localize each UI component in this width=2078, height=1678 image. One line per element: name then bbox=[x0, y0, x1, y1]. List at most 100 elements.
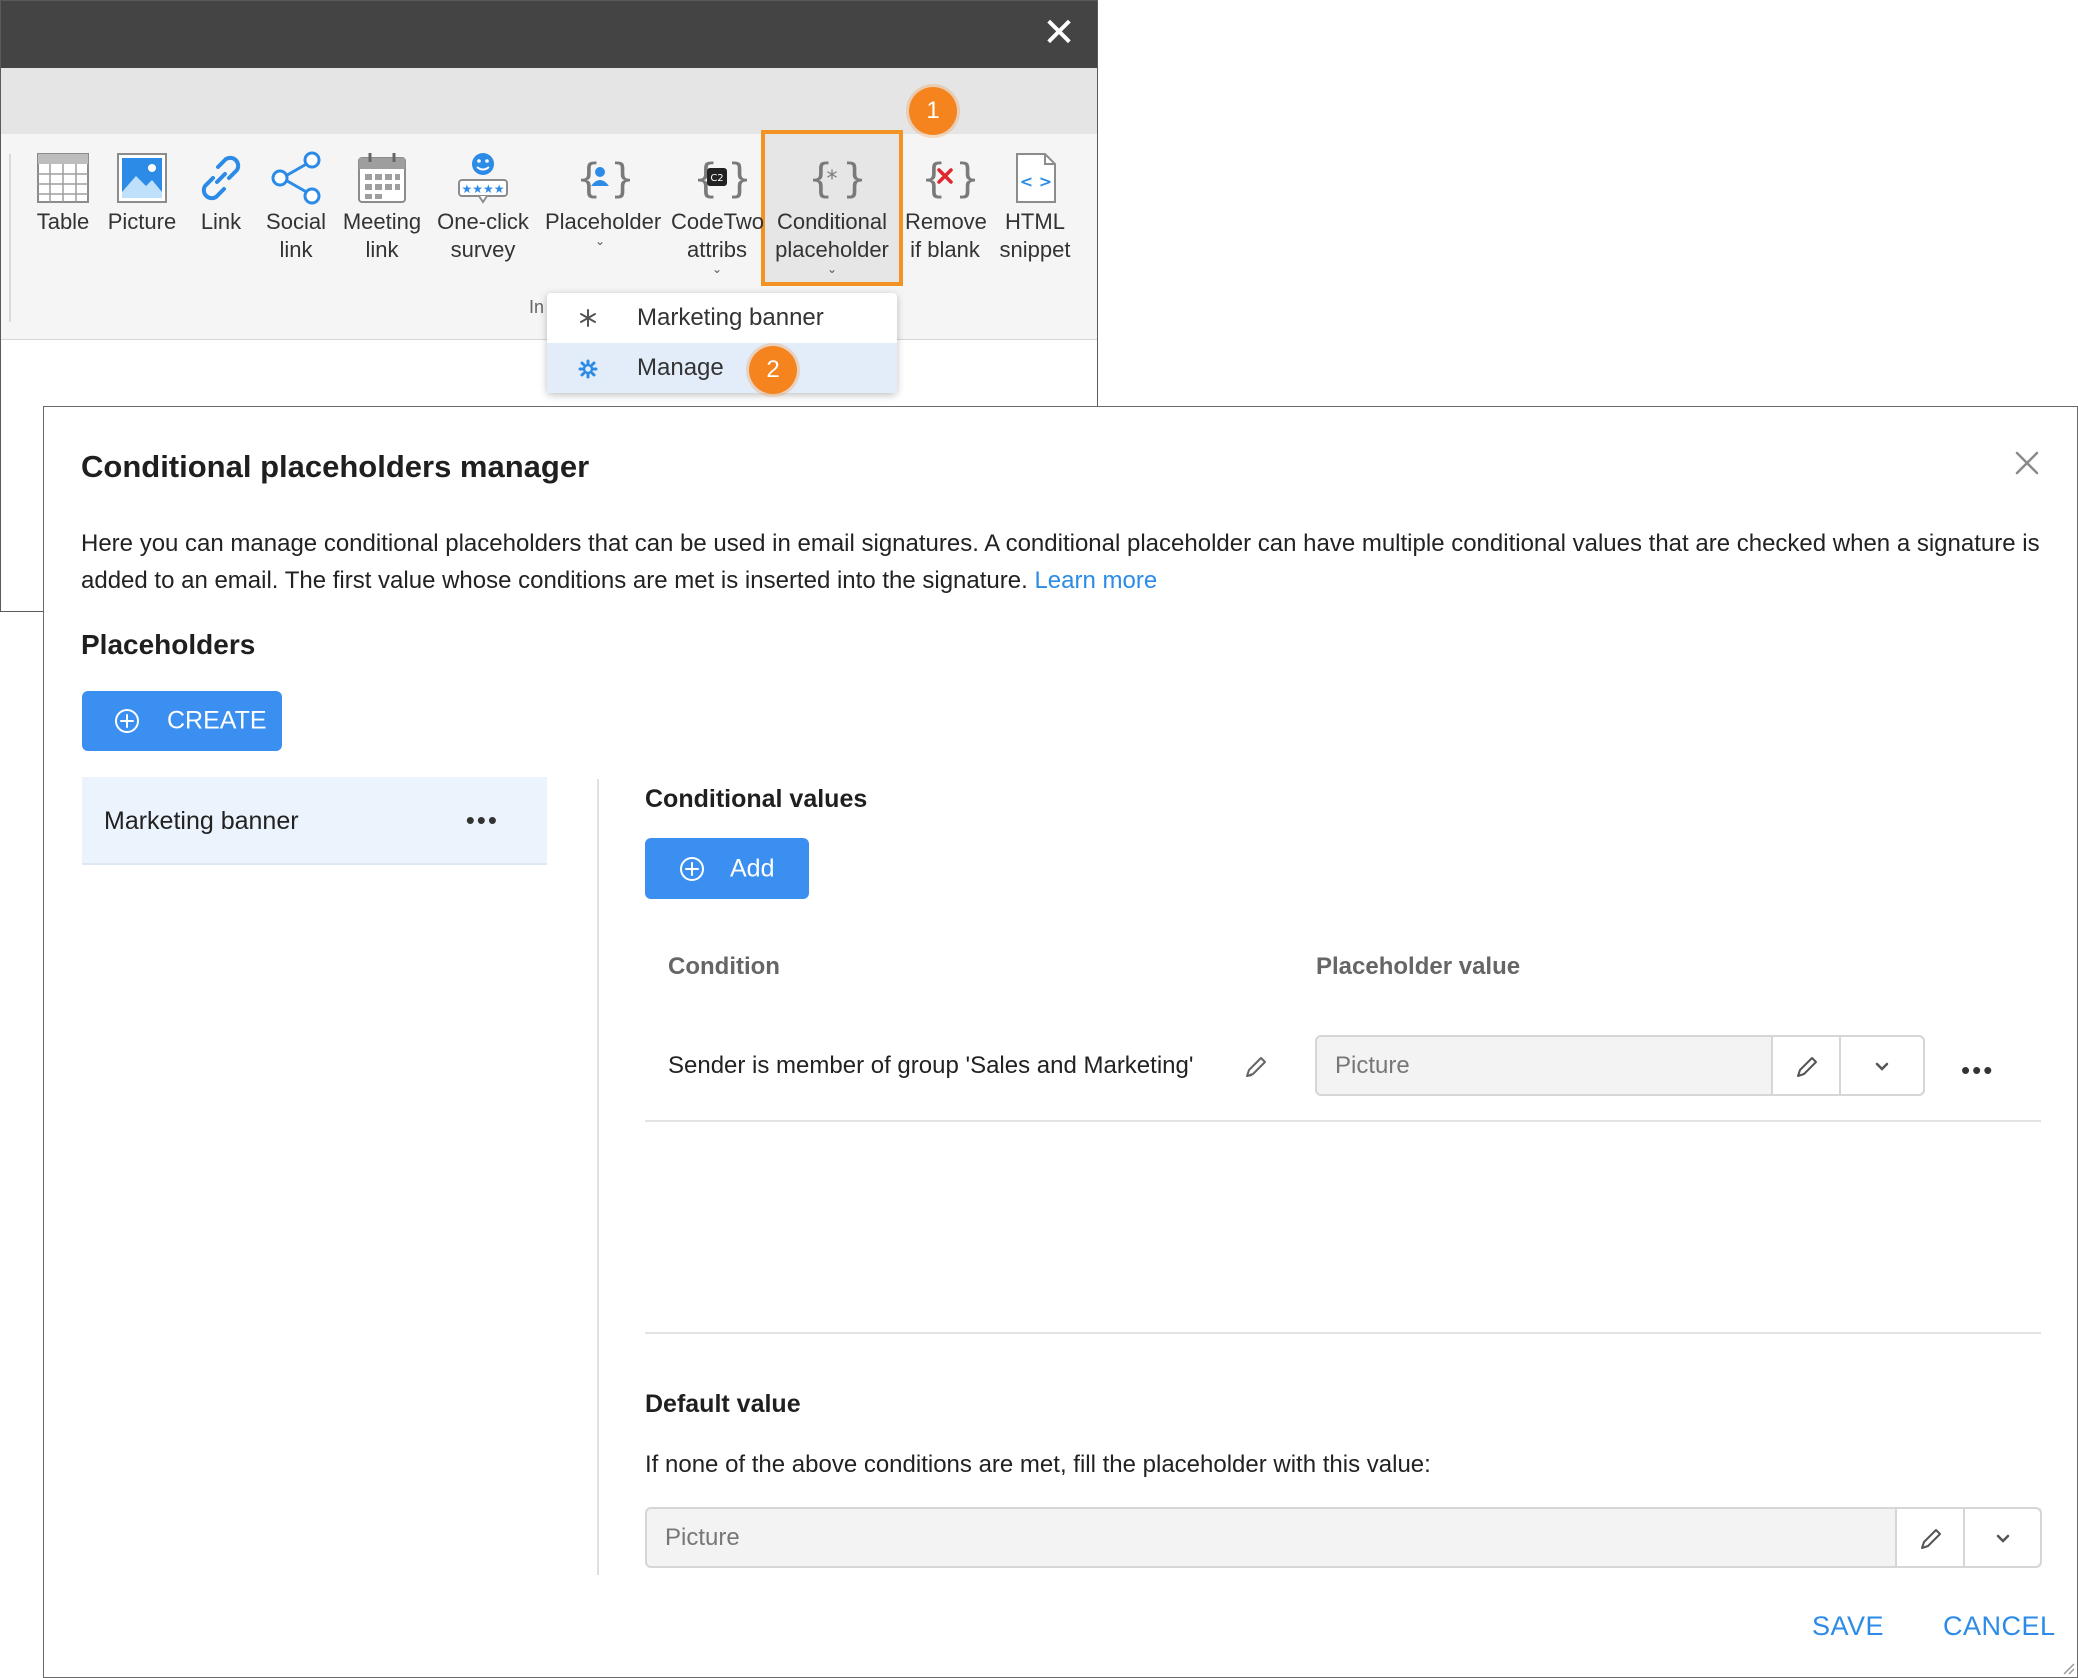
ribbon-label-line2: link bbox=[365, 237, 399, 262]
edit-value-button[interactable] bbox=[1771, 1037, 1839, 1094]
ribbon-label: CodeTwo bbox=[671, 209, 764, 234]
ribbon-label-line2: snippet bbox=[999, 237, 1071, 262]
step-badge-2: 2 bbox=[749, 346, 797, 394]
conditional-placeholders-dialog: Conditional placeholders manager Here yo… bbox=[43, 406, 2078, 1678]
ribbon-label-line2: placeholder bbox=[775, 237, 889, 262]
ribbon-divider bbox=[9, 154, 11, 322]
ribbon-label-line2: link bbox=[279, 237, 313, 262]
placeholder-icon: { } bbox=[576, 156, 630, 202]
share-icon bbox=[271, 151, 321, 205]
link-icon bbox=[201, 155, 241, 201]
html-snippet-button[interactable]: < > HTML snippet bbox=[997, 148, 1073, 264]
close-icon[interactable] bbox=[2009, 445, 2045, 481]
chevron-down-icon bbox=[1875, 1062, 1889, 1071]
placeholder-value-field[interactable]: Picture bbox=[1315, 1035, 1925, 1096]
codetwo-attribs-button[interactable]: { } C2 CodeTwo attribs ⌄ bbox=[671, 148, 764, 276]
save-button[interactable]: SAVE bbox=[1812, 1611, 1884, 1642]
edit-default-value-button[interactable] bbox=[1895, 1509, 1963, 1566]
default-value-heading: Default value bbox=[645, 1390, 801, 1418]
ribbon-label: One-click bbox=[437, 209, 529, 234]
dropdown-item-manage[interactable]: Manage bbox=[547, 343, 897, 393]
default-value-field[interactable]: Picture bbox=[645, 1507, 2042, 1568]
condition-text: Sender is member of group 'Sales and Mar… bbox=[668, 1052, 1194, 1079]
create-button[interactable]: CREATE bbox=[82, 691, 282, 751]
table-icon bbox=[37, 153, 89, 203]
conditional-placeholder-dropdown: Marketing banner Manage bbox=[547, 293, 897, 393]
conditional-placeholder-icon: { } * bbox=[808, 156, 862, 202]
social-link-button[interactable]: Social link bbox=[265, 148, 327, 264]
placeholder-list-item[interactable]: Marketing banner ••• bbox=[82, 777, 547, 865]
dialog-title: Conditional placeholders manager bbox=[81, 449, 590, 484]
one-click-survey-button[interactable]: ★★★★ One-click survey bbox=[437, 148, 529, 264]
ribbon-label-line2: attribs bbox=[687, 237, 747, 262]
svg-text:}: } bbox=[842, 156, 862, 202]
placeholder-value-text: Picture bbox=[1335, 1051, 1410, 1079]
placeholders-heading: Placeholders bbox=[81, 629, 256, 660]
svg-text:}: } bbox=[955, 156, 975, 202]
learn-more-link[interactable]: Learn more bbox=[1034, 567, 1157, 594]
remove-if-blank-button[interactable]: { } Remove if blank bbox=[905, 148, 987, 264]
ribbon-label-line2: survey bbox=[450, 237, 516, 262]
svg-text:}: } bbox=[610, 156, 630, 202]
add-label: Add bbox=[730, 854, 775, 882]
svg-text:{: { bbox=[576, 156, 601, 202]
edit-condition-icon[interactable] bbox=[1241, 1052, 1271, 1082]
default-value-description: If none of the above conditions are met,… bbox=[645, 1451, 1431, 1478]
ribbon-label: Conditional bbox=[776, 209, 888, 234]
conditional-values-heading: Conditional values bbox=[645, 785, 868, 813]
step-badge-1: 1 bbox=[909, 87, 957, 135]
plus-circle-icon bbox=[680, 856, 704, 881]
calendar-icon bbox=[358, 153, 406, 203]
dropdown-item-label: Manage bbox=[637, 354, 724, 381]
more-options-icon[interactable]: ••• bbox=[466, 805, 499, 836]
editor-titlebar: ✕ bbox=[1, 1, 1097, 68]
chevron-down-icon: ⌄ bbox=[711, 262, 723, 276]
svg-text:< >: < > bbox=[1020, 172, 1052, 191]
ribbon-label: Link bbox=[200, 209, 242, 234]
ribbon-label: Placeholder bbox=[545, 209, 662, 234]
codetwo-icon: { } C2 bbox=[693, 156, 747, 202]
ribbon-label: Social bbox=[266, 209, 326, 234]
placeholder-value-column-header: Placeholder value bbox=[1316, 953, 1521, 980]
chevron-down-icon bbox=[1996, 1534, 2010, 1543]
row-more-options-icon[interactable]: ••• bbox=[1961, 1055, 1994, 1086]
create-label: CREATE bbox=[167, 706, 267, 735]
survey-icon: ★★★★ bbox=[458, 153, 508, 204]
ribbon-label: HTML bbox=[1005, 209, 1065, 234]
cancel-button[interactable]: CANCEL bbox=[1943, 1611, 2056, 1642]
dialog-description: Here you can manage conditional placehol… bbox=[81, 525, 2041, 599]
dropdown-item-label: Marketing banner bbox=[637, 304, 824, 331]
value-dropdown-button[interactable] bbox=[1839, 1037, 1923, 1094]
placeholder-button[interactable]: { } Placeholder ⌄ bbox=[545, 148, 662, 248]
panel-divider bbox=[597, 779, 599, 1575]
placeholder-name: Marketing banner bbox=[104, 807, 299, 835]
pencil-icon bbox=[1797, 1057, 1817, 1077]
plus-circle-icon bbox=[115, 709, 139, 733]
section-divider bbox=[645, 1332, 2041, 1334]
picture-icon bbox=[117, 153, 167, 203]
gear-icon bbox=[577, 343, 599, 411]
html-snippet-icon: < > bbox=[1016, 153, 1056, 203]
svg-text:C2: C2 bbox=[710, 173, 723, 184]
svg-text:★★★★: ★★★★ bbox=[461, 182, 504, 196]
svg-text:}: } bbox=[727, 156, 747, 202]
close-icon[interactable]: ✕ bbox=[1039, 13, 1079, 53]
chevron-down-icon: ⌄ bbox=[826, 262, 838, 276]
chevron-down-icon: ⌄ bbox=[594, 234, 606, 248]
ribbon-label: Meeting bbox=[342, 209, 422, 234]
conditional-placeholder-button[interactable]: { } * Conditional placeholder ⌄ bbox=[773, 148, 891, 276]
ribbon-group-label: In bbox=[529, 297, 545, 317]
resize-grip-icon[interactable] bbox=[2061, 1661, 2075, 1675]
dropdown-item-marketing-banner[interactable]: Marketing banner bbox=[547, 293, 897, 343]
table-button[interactable]: Table bbox=[31, 148, 95, 236]
ribbon-label: Picture bbox=[107, 209, 177, 234]
default-value-dropdown-button[interactable] bbox=[1963, 1509, 2040, 1566]
link-button[interactable]: Link bbox=[191, 148, 251, 236]
ribbon-label: Table bbox=[36, 209, 90, 234]
picture-button[interactable]: Picture bbox=[107, 148, 177, 236]
meeting-link-button[interactable]: Meeting link bbox=[339, 148, 425, 264]
svg-text:*: * bbox=[827, 167, 838, 192]
pencil-icon bbox=[1921, 1529, 1941, 1549]
row-divider bbox=[645, 1120, 2041, 1122]
add-button[interactable]: Add bbox=[645, 838, 809, 899]
